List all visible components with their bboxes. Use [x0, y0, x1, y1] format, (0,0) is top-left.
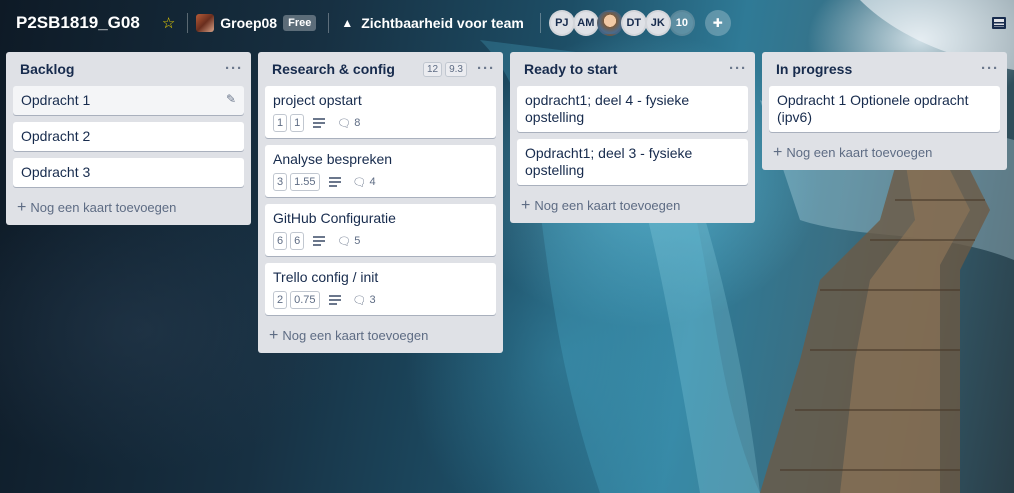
add-card-label: Nog een kaart toevoegen [282, 328, 429, 343]
card[interactable]: GitHub Configuratie 6 6 🗨 5 [265, 204, 496, 256]
member-list: PJ AM DT JK 10 [548, 10, 695, 36]
card-title: Opdracht 1 Optionele opdracht (ipv6) [777, 92, 969, 125]
comment-icon: 🗨 [337, 235, 352, 248]
description-icon [328, 295, 341, 305]
plus-icon: + [773, 143, 783, 161]
card[interactable]: Opdracht 3 [13, 158, 244, 187]
list-header: Ready to start ··· [510, 52, 755, 86]
spent-badge: 1 [290, 114, 305, 132]
add-card-button[interactable]: + Nog een kaart toevoegen [762, 139, 1007, 166]
plus-icon: + [17, 198, 27, 216]
visibility-label: Zichtbaarheid voor team [361, 15, 524, 31]
plus-icon: + [269, 326, 279, 344]
list-title[interactable]: In progress [776, 61, 981, 77]
card-title: Trello config / init [273, 269, 379, 285]
member-avatar[interactable]: AM [572, 10, 599, 36]
description-icon [328, 177, 341, 187]
card-title: opdracht1; deel 4 - fysieke opstelling [525, 92, 690, 125]
list-research-config: Research & config 12 9.3 ··· project ops… [258, 52, 503, 353]
comment-count: 4 [369, 176, 376, 188]
pencil-icon[interactable]: ✎ [226, 92, 236, 106]
description-icon [313, 118, 326, 128]
add-card-label: Nog een kaart toevoegen [534, 198, 681, 213]
card-badges: 2 0.75 🗨 3 [273, 291, 488, 309]
estimate-badge: 2 [273, 291, 288, 309]
card-title: Opdracht 1 [21, 92, 91, 108]
list-header: Research & config 12 9.3 ··· [258, 52, 503, 86]
list-title[interactable]: Backlog [20, 61, 225, 77]
team-visibility-icon: ▲ [341, 16, 354, 30]
list-ready-to-start: Ready to start ··· opdracht1; deel 4 - f… [510, 52, 755, 223]
estimate-badge: 3 [273, 173, 288, 191]
comment-count: 8 [354, 117, 361, 129]
free-badge: Free [283, 15, 317, 31]
visibility-button[interactable]: ▲ Zichtbaarheid voor team [341, 15, 523, 31]
comment-icon: 🗨 [352, 294, 367, 307]
more-icon[interactable]: ··· [981, 61, 999, 76]
comment-icon: 🗨 [352, 176, 367, 189]
add-card-button[interactable]: + Nog een kaart toevoegen [510, 192, 755, 219]
star-icon[interactable]: ☆ [162, 14, 175, 32]
member-avatar[interactable] [596, 10, 623, 36]
estimate-badge: 6 [273, 232, 288, 250]
card-title: Opdracht 3 [21, 164, 91, 180]
spent-badge: 1.55 [290, 173, 320, 191]
member-count[interactable]: 10 [668, 10, 695, 36]
list-title[interactable]: Research & config [272, 61, 420, 77]
add-card-button[interactable]: + Nog een kaart toevoegen [258, 322, 503, 349]
list-badge: 12 [422, 61, 443, 77]
card[interactable]: project opstart 1 1 🗨 8 [265, 86, 496, 138]
card-title: GitHub Configuratie [273, 210, 396, 226]
board-lists: Backlog ··· Opdracht 1 ✎ Opdracht 2 Opdr… [6, 52, 1014, 353]
more-icon[interactable]: ··· [225, 61, 243, 76]
board-header: P2SB1819_G08 ☆ Groep08 Free ▲ Zichtbaarh… [0, 0, 1014, 46]
comment-count: 3 [369, 294, 376, 306]
header-divider [328, 13, 330, 33]
add-card-button[interactable]: + Nog een kaart toevoegen [6, 194, 251, 221]
card[interactable]: Opdracht 2 [13, 122, 244, 151]
team-avatar [196, 14, 215, 32]
invite-icon[interactable]: ✚ [704, 10, 731, 36]
comment-icon: 🗨 [337, 117, 352, 130]
list-header: Backlog ··· [6, 52, 251, 86]
list-badge: 9.3 [445, 61, 467, 77]
card[interactable]: Opdracht 1 Optionele opdracht (ipv6) [769, 86, 1000, 132]
list-title[interactable]: Ready to start [524, 61, 729, 77]
spent-badge: 6 [290, 232, 305, 250]
team-name: Groep08 [220, 15, 278, 31]
list-estimates: 12 9.3 [420, 61, 467, 77]
spent-badge: 0.75 [290, 291, 320, 309]
member-avatar[interactable]: PJ [548, 10, 575, 36]
card-title: Opdracht 2 [21, 128, 91, 144]
description-icon [313, 236, 326, 246]
board-title[interactable]: P2SB1819_G08 [16, 13, 140, 33]
more-icon[interactable]: ··· [477, 61, 495, 76]
header-divider [539, 13, 541, 33]
more-icon[interactable]: ··· [729, 61, 747, 76]
comment-count: 5 [354, 235, 361, 247]
team-button[interactable]: Groep08 Free [196, 14, 317, 32]
member-avatar[interactable]: DT [620, 10, 647, 36]
card-title: Opdracht1; deel 3 - fysieke opstelling [525, 145, 693, 178]
card-badges: 6 6 🗨 5 [273, 232, 488, 250]
card[interactable]: Opdracht 1 ✎ [13, 86, 244, 115]
card[interactable]: Opdracht1; deel 3 - fysieke opstelling [517, 139, 748, 185]
card-badges: 3 1.55 🗨 4 [273, 173, 488, 191]
card-title: Analyse bespreken [273, 151, 393, 167]
member-avatar[interactable]: JK [644, 10, 671, 36]
list-backlog: Backlog ··· Opdracht 1 ✎ Opdracht 2 Opdr… [6, 52, 251, 225]
card[interactable]: opdracht1; deel 4 - fysieke opstelling [517, 86, 748, 132]
list-header: In progress ··· [762, 52, 1007, 86]
add-card-label: Nog een kaart toevoegen [786, 145, 933, 160]
add-card-label: Nog een kaart toevoegen [30, 200, 177, 215]
card-badges: 1 1 🗨 8 [273, 114, 488, 132]
card[interactable]: Analyse bespreken 3 1.55 🗨 4 [265, 145, 496, 197]
plus-icon: + [521, 196, 531, 214]
estimate-badge: 1 [273, 114, 288, 132]
card-title: project opstart [273, 92, 362, 108]
board-menu-icon[interactable] [992, 17, 1006, 29]
list-in-progress: In progress ··· Opdracht 1 Optionele opd… [762, 52, 1007, 170]
card[interactable]: Trello config / init 2 0.75 🗨 3 [265, 263, 496, 315]
header-divider [187, 13, 189, 33]
